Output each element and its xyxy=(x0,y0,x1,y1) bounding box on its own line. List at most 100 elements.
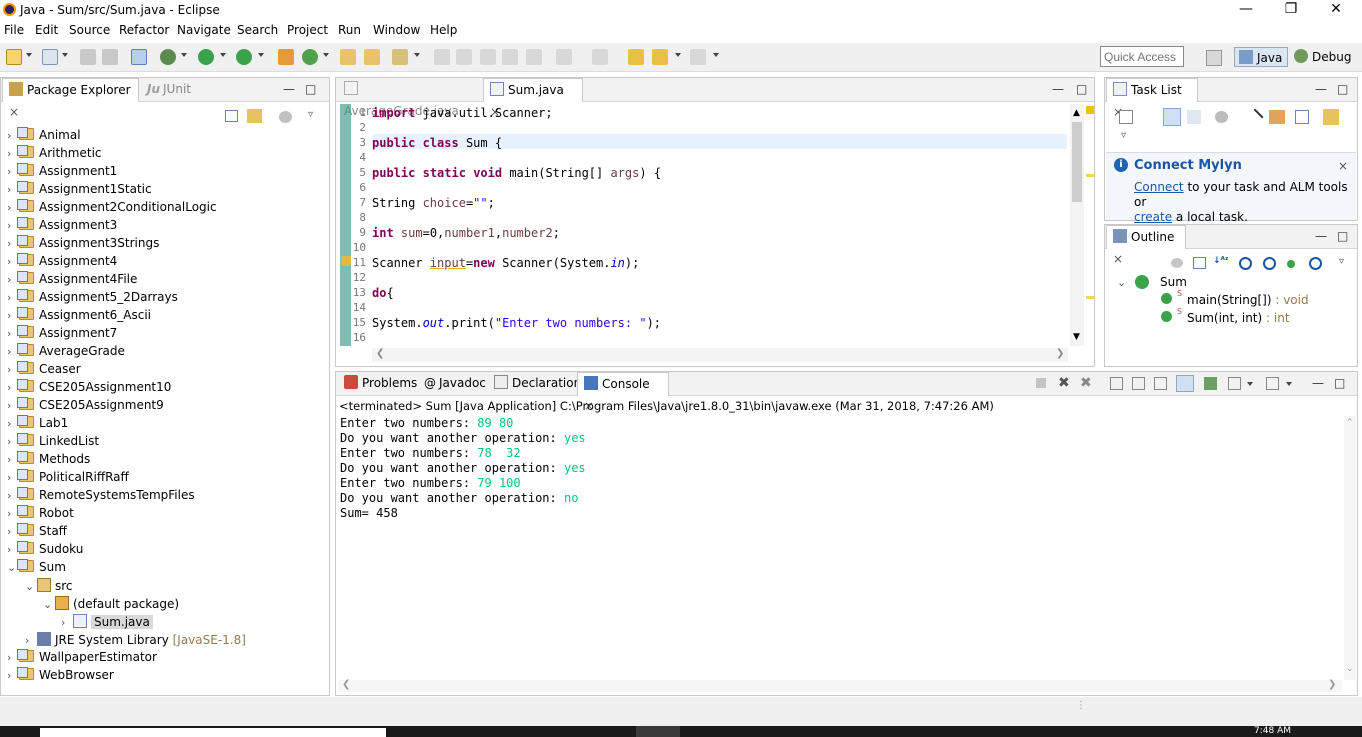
tree-item-project[interactable]: › WebBrowser xyxy=(7,667,114,682)
scroll-down-icon[interactable]: ▼ xyxy=(1073,332,1080,342)
collapse-all-icon[interactable] xyxy=(225,110,238,122)
next-annotation-icon[interactable] xyxy=(556,49,572,65)
tree-item-project[interactable]: › CSE205Assignment9 xyxy=(7,397,164,412)
tree-item-project[interactable]: › Assignment3Strings xyxy=(7,235,159,250)
warning-marker-icon[interactable] xyxy=(341,256,351,266)
scroll-thumb[interactable] xyxy=(1072,122,1082,202)
scroll-left-icon[interactable]: ❮ xyxy=(342,679,350,690)
new-class-icon[interactable] xyxy=(302,49,318,65)
maximize-view-icon[interactable]: □ xyxy=(1337,82,1348,96)
tab-task-list[interactable]: Task List × xyxy=(1106,78,1198,119)
scheduled-icon[interactable] xyxy=(1187,110,1201,124)
restore-button[interactable]: ❐ xyxy=(1271,0,1311,20)
open-perspective-icon[interactable] xyxy=(1206,50,1222,66)
tree-item-project[interactable]: › Staff xyxy=(7,523,67,538)
expanded-chevron-icon[interactable]: ⌄ xyxy=(43,598,55,611)
new-java-icon[interactable] xyxy=(42,49,58,65)
tree-item-sum-java[interactable]: › Sum.java xyxy=(61,614,153,629)
menu-navigate[interactable]: Navigate xyxy=(177,23,231,37)
tree-item-project[interactable]: › Assignment1 xyxy=(7,163,117,178)
run-icon[interactable] xyxy=(198,49,214,65)
outline-method-sum[interactable]: Sum(int, int) : int xyxy=(1187,311,1290,325)
open-console-icon[interactable] xyxy=(1266,377,1279,390)
view-menu-icon[interactable]: ▿ xyxy=(308,109,313,120)
filter-icon[interactable] xyxy=(1215,111,1228,123)
close-mylyn-icon[interactable]: × xyxy=(1338,159,1348,173)
tree-item-project[interactable]: › CSE205Assignment10 xyxy=(7,379,171,394)
view-menu-icon[interactable]: ▿ xyxy=(1339,256,1344,267)
forward-icon[interactable] xyxy=(690,49,706,65)
tab-sum-java[interactable]: Sum.java × xyxy=(483,78,583,119)
minimize-editor-icon[interactable]: — xyxy=(1052,82,1064,96)
taskbar-search-box[interactable] xyxy=(40,728,386,737)
external-tools-icon[interactable] xyxy=(236,49,252,65)
clear-console-icon[interactable] xyxy=(1110,377,1123,390)
tree-item-project[interactable]: › Ceaser xyxy=(7,361,81,376)
open-type-icon[interactable] xyxy=(340,49,356,65)
close-button[interactable]: ✕ xyxy=(1316,0,1356,20)
remove-launch-icon[interactable]: ✖ xyxy=(1058,375,1070,391)
tree-item-project[interactable]: › PoliticalRiffRaff xyxy=(7,469,129,484)
tree-item-project[interactable]: › Assignment3 xyxy=(7,217,117,232)
minimize-view-icon[interactable]: — xyxy=(283,82,295,96)
close-tab-icon[interactable]: × xyxy=(9,105,19,119)
outline-class-sum[interactable]: Sum xyxy=(1160,275,1187,289)
filter-icon[interactable] xyxy=(1171,258,1183,268)
sync-icon[interactable] xyxy=(1323,109,1339,125)
maximize-view-icon[interactable]: □ xyxy=(1337,229,1348,243)
tree-item-project[interactable]: › Assignment6_Ascii xyxy=(7,307,151,322)
tree-item-project[interactable]: ⌄ Sum xyxy=(7,559,66,574)
taskbar-eclipse-button[interactable] xyxy=(636,726,680,737)
tree-item-project[interactable]: › WallpaperEstimator xyxy=(7,649,157,664)
sort-icon[interactable]: ↓ᴬᶻ xyxy=(1213,256,1229,266)
menu-edit[interactable]: Edit xyxy=(35,23,58,37)
tab-declaration[interactable]: Declaration xyxy=(488,372,587,396)
hide-completed-icon[interactable] xyxy=(1246,108,1264,126)
tree-item-project[interactable]: › Assignment1Static xyxy=(7,181,152,196)
tree-item-project[interactable]: › Methods xyxy=(7,451,90,466)
tree-item-project[interactable]: › Lab1 xyxy=(7,415,68,430)
new-package-icon[interactable] xyxy=(278,49,294,65)
filter-icon[interactable] xyxy=(279,111,292,123)
tree-item-package[interactable]: ⌄ (default package) xyxy=(43,596,179,611)
tab-problems[interactable]: Problems xyxy=(338,372,423,396)
annotation-icon[interactable] xyxy=(434,49,450,65)
tree-item-project[interactable]: › Assignment5_2Darrays xyxy=(7,289,178,304)
maximize-editor-icon[interactable]: □ xyxy=(1076,82,1087,96)
menu-project[interactable]: Project xyxy=(287,23,328,37)
tab-console[interactable]: Console × xyxy=(577,372,669,413)
menu-refactor[interactable]: Refactor xyxy=(119,23,169,37)
connect-link[interactable]: Connect xyxy=(1134,180,1184,194)
tree-item-project[interactable]: › Assignment7 xyxy=(7,325,117,340)
tree-item-project[interactable]: › Assignment4 xyxy=(7,253,117,268)
minimize-button[interactable]: — xyxy=(1226,0,1266,20)
tree-item-project[interactable]: › AverageGrade xyxy=(7,343,125,358)
terminate-icon[interactable] xyxy=(1036,378,1046,388)
remove-all-icon[interactable]: ✖ xyxy=(1080,375,1092,391)
scroll-lock-icon[interactable] xyxy=(1132,377,1145,390)
create-link[interactable]: create xyxy=(1134,210,1172,224)
scroll-right-icon[interactable]: ❯ xyxy=(1056,348,1064,359)
menu-file[interactable]: File xyxy=(4,23,24,37)
open-task-icon[interactable] xyxy=(364,49,380,65)
tree-item-project[interactable]: › Arithmetic xyxy=(7,145,102,160)
collapse-all-icon[interactable] xyxy=(1193,257,1206,269)
debug-perspective-button[interactable]: Debug xyxy=(1292,47,1352,67)
hide-nonpublic-icon[interactable] xyxy=(1287,260,1295,268)
tree-item-project[interactable]: › Robot xyxy=(7,505,74,520)
tab-junit[interactable]: Ju JUnit xyxy=(141,78,197,102)
minimize-view-icon[interactable]: — xyxy=(1312,376,1324,390)
close-tab-icon[interactable]: × xyxy=(1113,252,1123,266)
scroll-left-icon[interactable]: ❮ xyxy=(376,348,384,359)
minimize-view-icon[interactable]: — xyxy=(1315,229,1327,243)
show-on-output-icon[interactable] xyxy=(1176,375,1194,392)
collapsed-chevron-icon[interactable]: › xyxy=(61,616,73,629)
vertical-scrollbar[interactable]: ▲ ▼ xyxy=(1070,104,1084,346)
block-select-icon[interactable] xyxy=(502,49,518,65)
skip-breakpoints-icon[interactable] xyxy=(131,49,147,65)
expanded-chevron-icon[interactable]: ⌄ xyxy=(25,580,37,593)
console-vscrollbar[interactable]: ⌃ ⌄ xyxy=(1344,416,1356,680)
horizontal-scrollbar[interactable]: ❮ ❯ xyxy=(372,348,1068,362)
console-hscrollbar[interactable]: ❮ ❯ xyxy=(338,679,1342,692)
pin-icon[interactable] xyxy=(526,49,542,65)
